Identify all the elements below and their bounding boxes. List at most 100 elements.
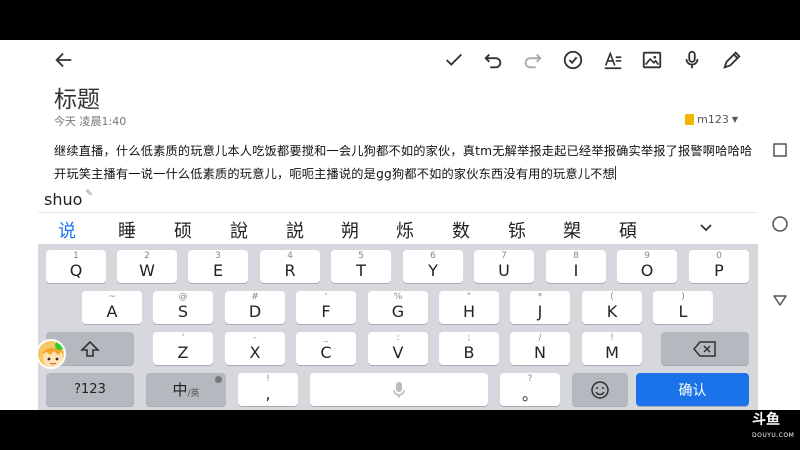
key-x[interactable]: -X: [225, 332, 285, 365]
key-i[interactable]: 8I: [546, 250, 606, 283]
key-label: I: [573, 260, 579, 280]
comma-key[interactable]: !,: [238, 373, 298, 406]
period-key[interactable]: ?。: [500, 373, 560, 406]
key-z[interactable]: ' Z: [153, 332, 213, 365]
back-triangle-icon[interactable]: [768, 288, 792, 312]
key-t[interactable]: 5T: [331, 250, 391, 283]
key-d[interactable]: # D: [225, 291, 285, 324]
account-selector[interactable]: m123 ▼: [685, 113, 738, 126]
key-alt: 4: [287, 251, 293, 261]
key-alt: -: [253, 333, 257, 343]
account-name: m123: [697, 113, 729, 126]
note-editor-screen: 标题 今天 凌晨1:40 m123 ▼ 继续直播，什么低素质的玩意儿本人吃饭都要…: [0, 40, 760, 410]
settings-dot-icon: [215, 376, 222, 383]
candidate[interactable]: 烁: [396, 217, 414, 243]
key-o[interactable]: 9O: [617, 250, 677, 283]
image-icon[interactable]: [640, 48, 664, 72]
key-label: T: [356, 260, 366, 280]
key-r[interactable]: 4R: [260, 250, 320, 283]
key-alt: :: [396, 333, 400, 343]
key-a[interactable]: ~ A: [82, 291, 142, 324]
space-key[interactable]: [310, 373, 488, 406]
key-alt: 7: [501, 251, 507, 261]
key-alt: 2: [144, 251, 150, 261]
key-alt: !: [266, 374, 270, 384]
chevron-down-icon[interactable]: [698, 220, 714, 236]
candidate[interactable]: 朔: [341, 217, 359, 243]
key-q[interactable]: 1Q: [46, 250, 106, 283]
key-alt: #: [251, 292, 259, 302]
symbols-key[interactable]: ?123: [46, 373, 134, 406]
key-alt: *: [537, 292, 543, 302]
key-m[interactable]: ! M: [582, 332, 642, 365]
checkmark-icon[interactable]: [442, 48, 466, 72]
key-label: ,: [265, 383, 271, 403]
key-p[interactable]: 0P: [689, 250, 749, 283]
watermark-url: DOUYU.COM: [752, 432, 795, 439]
candidate[interactable]: 铄: [508, 217, 526, 243]
key-f[interactable]: ' F: [296, 291, 356, 324]
key-label: U: [498, 260, 510, 280]
key-e[interactable]: 3E: [188, 250, 248, 283]
edit-pinyin-icon[interactable]: ✎: [85, 189, 93, 199]
emoji-key[interactable]: [572, 373, 628, 406]
caret-down-icon: ▼: [731, 115, 738, 124]
key-y[interactable]: 6Y: [403, 250, 463, 283]
key-s[interactable]: @ S: [153, 291, 213, 324]
candidate[interactable]: 说: [58, 217, 76, 243]
key-alt: 6: [430, 251, 436, 261]
backspace-key[interactable]: [661, 332, 749, 365]
key-h[interactable]: " H: [439, 291, 499, 324]
key-label: B: [463, 342, 475, 362]
key-l[interactable]: ) L: [653, 291, 713, 324]
candidate[interactable]: 槊: [563, 217, 581, 243]
key-g[interactable]: % G: [368, 291, 428, 324]
pen-icon[interactable]: [720, 48, 744, 72]
microphone-icon[interactable]: [680, 48, 704, 72]
key-label: K: [606, 301, 618, 321]
candidate[interactable]: 碩: [619, 217, 637, 243]
home-icon[interactable]: [768, 212, 792, 236]
candidate[interactable]: 説: [286, 217, 304, 243]
redo-icon[interactable]: [521, 48, 545, 72]
note-title[interactable]: 标题: [54, 80, 100, 114]
key-alt: _: [323, 333, 329, 343]
key-k[interactable]: (K: [582, 291, 642, 324]
key-label: F: [321, 301, 331, 321]
top-toolbar: [0, 40, 760, 80]
key-label: A: [106, 301, 118, 321]
key-alt: ): [681, 292, 685, 302]
key-v[interactable]: :V: [368, 332, 428, 365]
key-n[interactable]: / N: [510, 332, 570, 365]
key-alt: ~: [108, 292, 116, 302]
candidate[interactable]: 說: [230, 217, 248, 243]
key-alt: !: [610, 333, 614, 343]
key-label: V: [392, 342, 404, 362]
candidate[interactable]: 睡: [118, 217, 136, 243]
key-alt: @: [178, 292, 188, 302]
key-w[interactable]: 2W: [117, 250, 177, 283]
key-alt: 5: [358, 251, 364, 261]
candidate[interactable]: 数: [452, 217, 470, 243]
text-format-icon[interactable]: [601, 48, 625, 72]
key-c[interactable]: _ C: [296, 332, 356, 365]
back-arrow-icon[interactable]: [52, 48, 76, 72]
folder-icon: [685, 114, 695, 125]
key-u[interactable]: 7U: [474, 250, 534, 283]
key-label: E: [212, 260, 224, 280]
language-switch-key[interactable]: 中/英: [146, 373, 226, 406]
key-j[interactable]: * J: [510, 291, 570, 324]
key-b[interactable]: ; B: [439, 332, 499, 365]
key-alt: ': [181, 333, 185, 343]
recent-apps-icon[interactable]: [768, 138, 792, 162]
note-date: 今天 凌晨1:40: [54, 115, 127, 128]
candidate[interactable]: 硕: [174, 217, 192, 243]
watermark-logo: 斗鱼: [752, 412, 780, 428]
confirm-button[interactable]: 确认: [636, 373, 749, 406]
checklist-icon[interactable]: [561, 48, 585, 72]
note-body[interactable]: 继续直播，什么低素质的玩意儿本人吃饭都要搅和一会儿狗都不如的家伙，真tm无解举报…: [54, 140, 754, 186]
undo-icon[interactable]: [481, 48, 505, 72]
key-alt: ;: [467, 333, 471, 343]
floating-avatar[interactable]: [36, 339, 66, 369]
key-label: R: [284, 260, 296, 280]
